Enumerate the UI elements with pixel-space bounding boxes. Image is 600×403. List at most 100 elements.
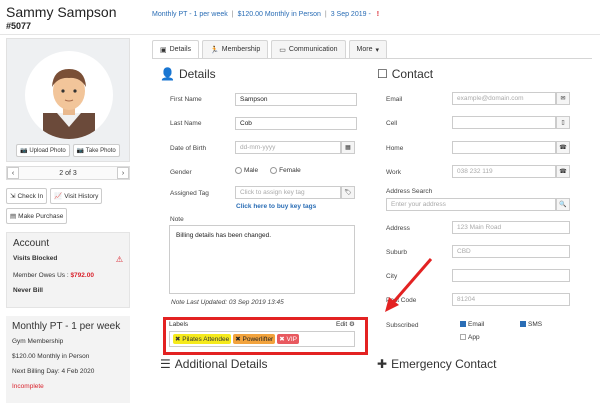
subscribed-label: Subscribed [386, 322, 419, 329]
dob-label: Date of Birth [170, 145, 207, 152]
note-textarea[interactable]: Billing details has been changed. [169, 225, 355, 294]
receipt-icon: ▤ [10, 213, 17, 220]
phone-icon: ☐ [377, 67, 388, 81]
never-bill: Never Bill [13, 287, 43, 294]
label-chip[interactable]: ✖ VIP [277, 334, 299, 344]
pager-text: 2 of 3 [59, 169, 77, 177]
alert-icon[interactable]: ! [377, 11, 379, 18]
labels-field[interactable]: ✖ Pilates Attendee ✖ Powerlifter ✖ VIP [169, 331, 355, 347]
additional-heading: ☰ Additional Details [160, 357, 267, 371]
label-chip[interactable]: ✖ Pilates Attendee [173, 334, 232, 344]
additional-title: Additional Details [174, 357, 268, 371]
sub-app-checkbox[interactable]: App [460, 334, 480, 341]
work-label: Work [386, 169, 402, 176]
details-title: Details [178, 67, 216, 81]
gender-female-radio[interactable]: Female [270, 167, 301, 174]
sub-sms-label: SMS [528, 321, 543, 328]
phone-icon[interactable]: ☎ [556, 141, 570, 154]
summary-date: 3 Sep 2019 - [330, 11, 371, 18]
avatar-illustration [43, 69, 95, 139]
tag-icon[interactable]: 🏷 [341, 186, 355, 199]
tab-details[interactable]: ▣ Details [152, 40, 200, 58]
visit-history-button[interactable]: 📈 Visit History [50, 188, 103, 204]
next-billing: Next Billing Day: 4 Feb 2020 [12, 368, 95, 375]
check-in-button[interactable]: ⇲ Check In [6, 188, 48, 204]
tab-more[interactable]: More ▾ [348, 40, 387, 58]
account-title: Account [13, 238, 50, 249]
upload-photo-button[interactable]: 📷 Upload Photo [16, 144, 70, 157]
summary-plan[interactable]: Monthly PT - 1 per week [152, 11, 228, 18]
mobile-icon[interactable]: ▯ [556, 116, 570, 129]
search-icon[interactable]: 🔍 [556, 198, 570, 211]
gender-options: Male Female [235, 167, 301, 174]
label-chip-text: Pilates Attendee [182, 336, 230, 343]
plus-icon: ✚ [377, 357, 388, 371]
label-chip[interactable]: ✖ Powerlifter [233, 334, 276, 344]
buy-tags-link[interactable]: Click here to buy key tags [236, 203, 316, 210]
address-search-input[interactable]: Enter your address [386, 198, 556, 211]
phone-icon[interactable]: ☎ [556, 165, 570, 178]
email-label: Email [386, 96, 403, 103]
tab-bar: ▣ Details 🏃 Membership ▭ Communication More… [152, 40, 387, 58]
action-row-2: ▤ Make Purchase [6, 208, 130, 224]
labels-edit-button[interactable]: Edit ⚙ [336, 320, 355, 328]
owes-row: Member Owes Us : $792.00 [13, 272, 123, 279]
tab-details-label: Details [169, 46, 192, 53]
suburb-input[interactable]: CBD [452, 245, 570, 258]
checkbox-checked-icon [460, 321, 466, 328]
tab-membership-label: Membership [221, 46, 261, 53]
tab-membership[interactable]: 🏃 Membership [202, 40, 269, 58]
chevron-right-icon[interactable]: › [116, 167, 129, 179]
summary-separator: | [231, 11, 234, 18]
action-row-1: ⇲ Check In 📈 Visit History [6, 188, 130, 204]
make-purchase-button[interactable]: ▤ Make Purchase [6, 208, 68, 224]
email-input[interactable]: example@domain.com [452, 92, 556, 105]
envelope-icon[interactable]: ✉ [556, 92, 570, 105]
gear-icon: ⚙ [349, 321, 355, 328]
take-photo-button[interactable]: 📷 Take Photo [72, 144, 120, 157]
calendar-icon[interactable]: ▦ [341, 141, 355, 154]
warning-icon: ⚠ [115, 255, 123, 264]
gender-male-radio[interactable]: Male [235, 167, 258, 174]
cell-input[interactable] [452, 116, 556, 129]
sub-sms-checkbox[interactable]: SMS [520, 321, 542, 328]
chevron-left-icon[interactable]: ‹ [7, 167, 19, 179]
sub-email-checkbox[interactable]: Email [460, 321, 484, 328]
emergency-heading: ✚ Emergency Contact [377, 357, 496, 371]
photo-buttons: 📷 Upload Photo 📷 Take Photo [7, 144, 129, 157]
gender-label: Gender [170, 169, 192, 176]
emergency-title: Emergency Contact [391, 357, 497, 371]
labels-label: Labels [169, 321, 189, 328]
visits-blocked-row: Visits Blocked ⚠ [13, 255, 123, 264]
city-input[interactable] [452, 269, 570, 282]
work-input[interactable]: 038 232 119 [452, 165, 556, 178]
membership-type: Gym Membership [12, 338, 64, 345]
owes-label: Member Owes Us : [13, 272, 69, 279]
first-name-input[interactable]: Sampson [235, 93, 357, 106]
last-name-input[interactable]: Cob [235, 117, 357, 130]
label-chip-text: Powerlifter [242, 336, 274, 343]
postcode-input[interactable]: 81204 [452, 293, 570, 306]
home-input[interactable] [452, 141, 556, 154]
address-search-label: Address Search [386, 188, 433, 195]
summary-separator: | [324, 11, 327, 18]
last-name-label: Last Name [170, 120, 202, 127]
gender-female-label: Female [279, 167, 301, 174]
home-label: Home [386, 145, 404, 152]
owes-value: $792.00 [70, 272, 94, 279]
membership-title: Monthly PT - 1 per week [12, 321, 121, 332]
address-label: Address [386, 225, 410, 232]
details-heading: 👤 Details [160, 67, 216, 81]
user-icon: 👤 [160, 67, 175, 81]
sub-app-label: App [468, 334, 480, 341]
briefcase-icon: ▣ [160, 46, 167, 54]
visit-history-label: Visit History [64, 192, 99, 200]
note-meta: Note Last Updated: 03 Sep 2019 13:45 [171, 299, 284, 306]
dob-input[interactable]: dd-mm-yyyy [235, 141, 341, 154]
tab-communication[interactable]: ▭ Communication [271, 40, 346, 58]
membership-summary: Monthly PT - 1 per week | $120.00 Monthl… [152, 11, 379, 18]
member-pager: ‹ 2 of 3 › [6, 166, 130, 180]
address-input[interactable]: 123 Main Road [452, 221, 570, 234]
caret-down-icon: ▾ [375, 46, 379, 54]
tag-input[interactable]: Click to assign key tag [235, 186, 341, 199]
